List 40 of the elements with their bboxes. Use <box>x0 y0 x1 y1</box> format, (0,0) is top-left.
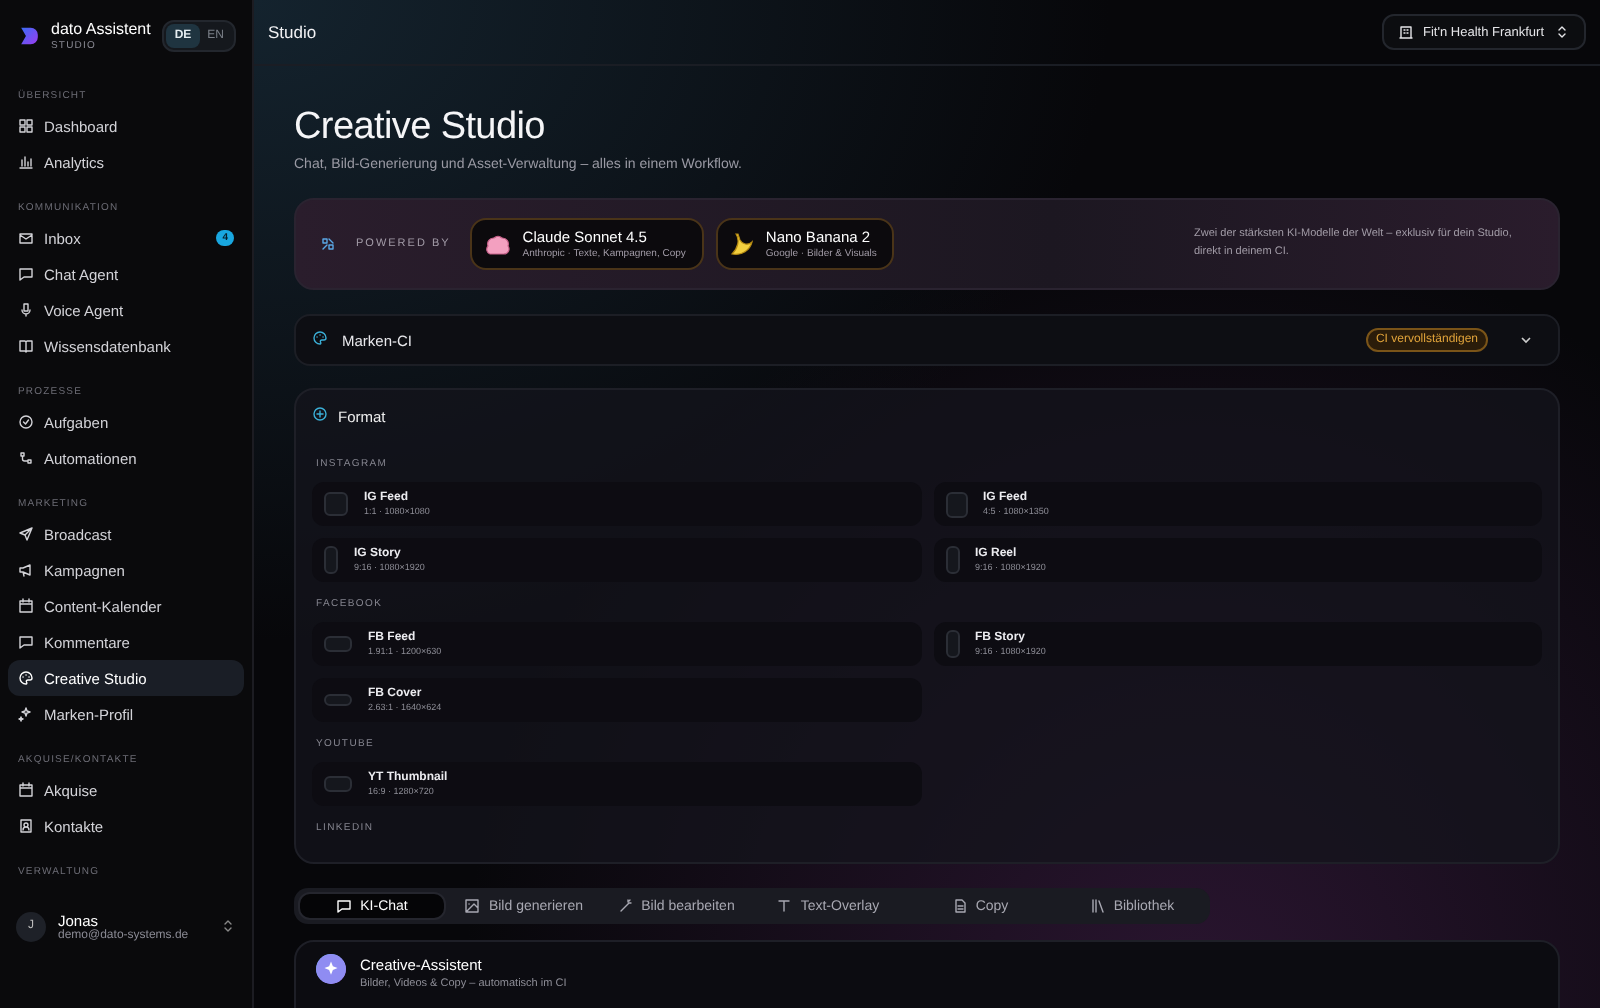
library-icon <box>1089 898 1106 914</box>
aspect-ratio-shape <box>324 694 352 706</box>
aspect-ratio-shape <box>324 492 348 516</box>
workflow-icon <box>18 450 34 466</box>
image-icon <box>464 898 481 914</box>
text-icon <box>776 898 793 914</box>
aspect-ratio-shape <box>324 776 352 792</box>
send-icon <box>18 526 34 542</box>
chat-bubble-icon <box>336 898 353 914</box>
aspect-ratio-shape <box>324 546 338 574</box>
page-title: Creative Studio <box>294 106 547 150</box>
inbox-icon <box>18 230 34 246</box>
bar-chart-icon <box>18 154 34 170</box>
calendar-icon <box>18 782 34 798</box>
contact-card-icon <box>18 818 34 834</box>
header-title: Studio <box>268 22 317 42</box>
logo-icon <box>20 22 39 50</box>
building-icon <box>1397 24 1414 40</box>
book-icon <box>18 338 34 354</box>
megaphone-icon <box>18 562 34 578</box>
aspect-ratio-shape <box>945 491 967 517</box>
comment-icon <box>18 634 34 650</box>
sparkles-icon <box>316 954 346 984</box>
sparkles-icon <box>18 706 34 722</box>
palette-icon <box>18 670 34 686</box>
microphone-icon <box>18 302 34 318</box>
chevron-icon[interactable] <box>1518 332 1534 348</box>
chat-bubble-icon <box>18 266 34 282</box>
calendar-icon <box>18 598 34 614</box>
chevron-up-down-icon <box>1554 24 1570 40</box>
brand-name: dato Assistent <box>51 20 151 38</box>
magic-wand-icon <box>617 898 634 914</box>
document-icon <box>951 898 968 914</box>
banana-icon <box>729 231 754 257</box>
aspect-ratio-shape <box>945 630 959 658</box>
grid-icon <box>18 118 34 134</box>
palette-icon <box>312 330 328 346</box>
aspect-ratio-shape <box>945 546 959 574</box>
aspect-ratio-shape <box>324 636 352 652</box>
chevron-up-down-icon <box>220 918 236 934</box>
